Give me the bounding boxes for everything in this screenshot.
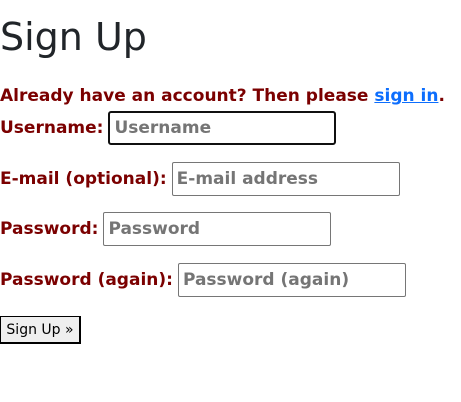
sign-up-button[interactable]: Sign Up » — [0, 316, 81, 344]
signin-prompt-text: Already have an account? Then please — [0, 86, 375, 106]
signin-prompt: Already have an account? Then please sig… — [0, 85, 445, 107]
username-label: Username: — [0, 118, 104, 138]
email-label: E-mail (optional): — [0, 169, 167, 189]
password-again-label: Password (again): — [0, 270, 173, 290]
page-title: Sign Up — [0, 15, 147, 59]
email-field[interactable] — [171, 162, 400, 196]
username-field[interactable] — [108, 111, 337, 145]
password-label: Password: — [0, 219, 99, 239]
sign-in-link[interactable]: sign in — [374, 86, 438, 106]
password-again-row: Password (again): — [0, 263, 406, 297]
password-field[interactable] — [103, 212, 332, 246]
username-row: Username: — [0, 111, 337, 145]
email-row: E-mail (optional): — [0, 162, 400, 196]
password-row: Password: — [0, 212, 332, 246]
signin-prompt-end: . — [438, 86, 445, 106]
password-again-field[interactable] — [177, 263, 406, 297]
